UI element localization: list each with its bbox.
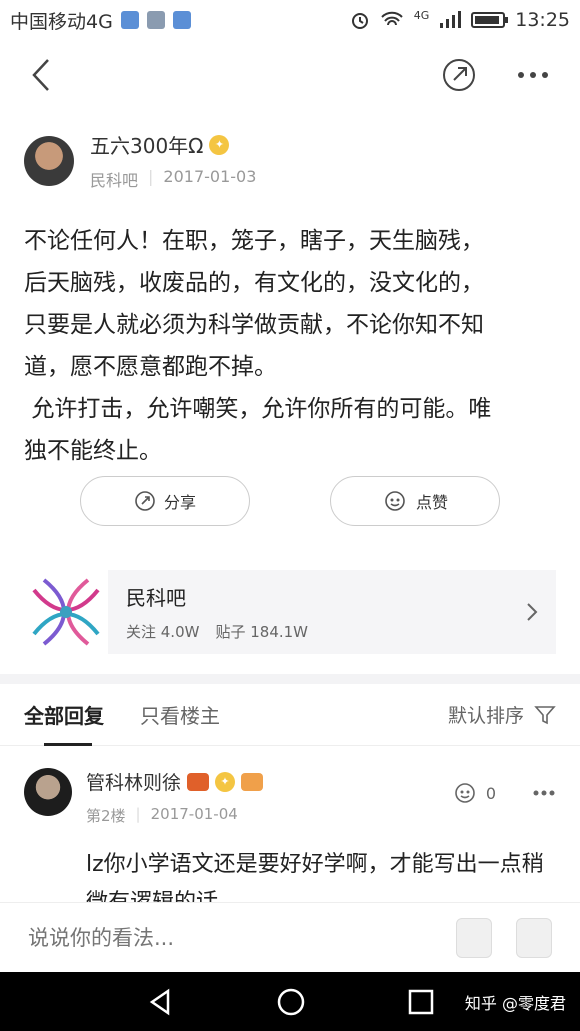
like-face-icon [385,491,405,511]
author-forum: 民科吧 [90,171,139,190]
reply-like-button[interactable]: 0 [452,782,496,804]
reply-date: 2017-01-04 [150,805,238,823]
forum-followers: 关注 4.0W [126,623,200,641]
more-icon[interactable] [516,70,550,80]
clock: 13:25 [515,9,570,31]
forum-card[interactable]: 民科吧 关注 4.0W 贴子 184.1W [24,570,556,654]
post-author: 五六300年Ω ✦ 民科吧 | 2017-01-03 [24,130,256,191]
meta-divider: | [148,167,154,186]
home-circle-icon[interactable] [276,987,306,1017]
battery-icon [471,12,509,28]
chevron-left-icon[interactable] [30,57,52,93]
back-triangle-icon[interactable] [146,987,176,1017]
carrier-label: 中国移动4G [10,10,113,33]
tab-all-replies[interactable]: 全部回复 [24,684,104,746]
level-badge-icon: ✦ [209,134,230,155]
reply-like-count: 0 [485,783,496,803]
more-icon[interactable] [532,789,556,797]
share-button[interactable]: 分享 [80,476,250,526]
avatar[interactable] [24,768,72,816]
reply-tabs: 全部回复 只看楼主 默认排序 [0,684,580,746]
wifi-icon [380,11,403,26]
like-face-icon [455,783,475,803]
section-separator [0,674,580,684]
reply-author-name[interactable]: 管科林则徐 [86,768,181,795]
level-badge-icon: ✦ [215,771,236,792]
like-button[interactable]: 点赞 [330,476,500,526]
avatar[interactable] [24,135,74,186]
sort-dropdown[interactable]: 默认排序 [448,701,556,728]
post-actions: 分享 点赞 [80,476,500,526]
gamepad-badge-icon [241,772,264,791]
meta-divider: | [135,805,141,823]
chevron-right-icon [527,603,538,621]
filter-icon [534,705,556,724]
sticker-icon-2[interactable] [516,917,552,958]
forum-logo [24,570,108,654]
post-date: 2017-01-03 [163,167,257,186]
author-name[interactable]: 五六300年Ω [90,130,203,159]
tab-op-only[interactable]: 只看楼主 [140,684,220,746]
top-nav [0,40,580,110]
share-icon [135,491,155,511]
reply-floor: 第2楼 [86,807,126,825]
sort-label: 默认排序 [447,705,524,727]
sticker-icon[interactable] [456,917,492,958]
app-notification-icon-2 [172,11,191,29]
comment-input[interactable] [28,925,408,950]
forum-name: 民科吧 [126,586,186,610]
forum-posts: 贴子 184.1W [215,623,309,641]
signal-icon [440,11,462,28]
status-bar: 中国移动4G 4G 13:25 [0,0,580,40]
share-icon[interactable] [442,58,476,92]
devil-badge-icon [187,772,210,791]
image-notification-icon [146,11,165,29]
post-body: 不论任何人！在职，笼子，瞎子，天生脑残， 后天脑残，收废品的，有文化的，没文化的… [24,228,492,464]
like-label: 点赞 [415,493,448,512]
app-notification-icon [120,11,139,29]
network-type: 4G [413,9,430,22]
share-label: 分享 [163,493,196,512]
recents-square-icon[interactable] [406,987,436,1017]
watermark: 知乎 @零度君 [464,994,566,1013]
reply-item: 管科林则徐 ✦ 第2楼 | 2017-01-04 0 lz你小学语文还是要好好学… [24,768,556,922]
comment-bar [0,902,580,972]
alarm-icon [351,13,368,29]
